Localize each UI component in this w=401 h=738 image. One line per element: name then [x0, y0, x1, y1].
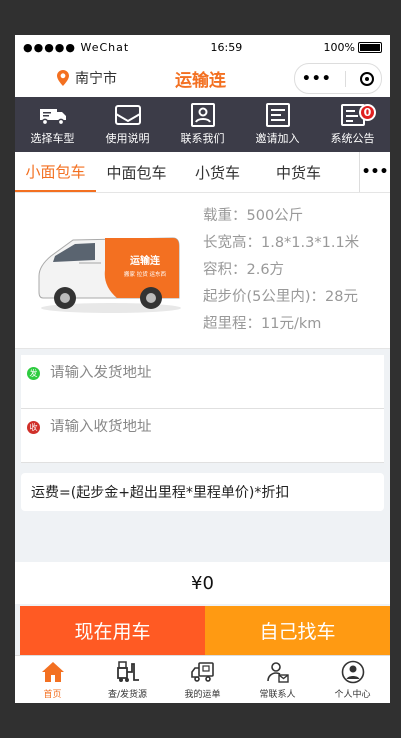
tabbar-label: 个人中心 [334, 689, 371, 700]
app-title: 运输连 [175, 70, 226, 91]
total-price: ¥0 [15, 562, 390, 604]
delivery-badge-icon: 收 [27, 421, 40, 434]
tabbar-profile[interactable]: 个人中心 [315, 656, 390, 703]
tabbar-label: 首页 [43, 689, 62, 700]
spec-dimensions: 长宽高：1.8*1.3*1.1米 [203, 235, 360, 251]
miniprogram-capsule: ••• [294, 63, 382, 94]
forklift-icon [116, 660, 139, 682]
quick-toolbar: 选择车型 使用说明 联系我们 邀请加入 0 系统公告 [15, 97, 390, 152]
battery-level: 100% [323, 40, 355, 54]
delivery-truck-icon [190, 661, 214, 682]
action-buttons: 现在用车 自己找车 [20, 606, 390, 655]
tab-medium-van[interactable]: 中面包车 [96, 152, 177, 192]
vehicle-type-tabs: 小面包车 中面包车 小货车 中货车 ••• [15, 152, 390, 193]
toolbar-label: 选择车型 [30, 132, 75, 145]
toolbar-announcement[interactable]: 0 系统公告 [315, 97, 390, 152]
user-icon [341, 660, 364, 683]
toolbar-label: 邀请加入 [255, 132, 300, 145]
pickup-address-input[interactable] [50, 365, 350, 381]
location-pin-icon [57, 70, 69, 86]
spec-volume: 容积：2.6方 [203, 262, 285, 278]
toolbar-select-vehicle[interactable]: 选择车型 [15, 97, 90, 152]
navigation-bar: 南宁市 运输连 ••• [15, 59, 390, 97]
pickup-badge-icon: 发 [27, 367, 40, 380]
contact-card-icon [190, 103, 215, 127]
spec-load: 载重：500公斤 [203, 208, 304, 224]
close-miniprogram-icon[interactable] [360, 71, 375, 86]
tabbar-frequent-contacts[interactable]: 常联系人 [240, 656, 315, 703]
location-label: 南宁市 [75, 71, 117, 87]
van-slogan-text: 搬家 拉货 运东西 [124, 270, 166, 278]
toolbar-invite[interactable]: 邀请加入 [240, 97, 315, 152]
more-tabs-button[interactable]: ••• [359, 152, 390, 192]
signal-indicator: ●●●●● WeChat [23, 40, 130, 54]
vehicle-info: 运输连 搬家 拉货 运东西 载重：500公斤 长宽高：1.8*1.3*1.1米 … [15, 193, 390, 349]
use-vehicle-now-button[interactable]: 现在用车 [20, 606, 205, 655]
tabbar-label: 我的运单 [184, 689, 221, 700]
pickup-address-row: 发 [21, 355, 384, 409]
spec-extra-mileage: 超里程：11元/km [203, 316, 322, 332]
status-bar: ●●●●● WeChat 16:59 100% [15, 35, 390, 59]
invite-icon [265, 103, 290, 127]
notification-badge: 0 [359, 104, 376, 121]
delivery-address-input[interactable] [50, 419, 350, 435]
tabbar-my-orders[interactable]: 我的运单 [165, 656, 240, 703]
tab-small-truck[interactable]: 小货车 [177, 152, 258, 192]
toolbar-instructions[interactable]: 使用说明 [90, 97, 165, 152]
tab-small-van[interactable]: 小面包车 [15, 152, 96, 192]
home-icon [41, 661, 64, 682]
location-selector[interactable]: 南宁市 [57, 68, 117, 88]
delivery-address-row: 收 [21, 409, 384, 463]
contact-person-icon [266, 661, 289, 683]
bottom-tab-bar: 首页 查/发货源 我的运单 常联系人 个人中心 [15, 655, 390, 703]
envelope-icon [114, 105, 141, 125]
tabbar-label: 查/发货源 [107, 689, 148, 700]
more-options-icon[interactable]: ••• [302, 71, 332, 87]
battery-icon [357, 42, 382, 53]
toolbar-label: 系统公告 [330, 132, 375, 145]
tab-medium-truck[interactable]: 中货车 [258, 152, 339, 192]
tabbar-cargo-source[interactable]: 查/发货源 [90, 656, 165, 703]
vehicle-specs: 载重：500公斤 长宽高：1.8*1.3*1.1米 容积：2.6方 起步价(5公… [203, 203, 359, 338]
capsule-divider [345, 70, 347, 87]
toolbar-contact-us[interactable]: 联系我们 [165, 97, 240, 152]
van-brand-text: 运输连 [130, 254, 161, 267]
phone-screen: ●●●●● WeChat 16:59 100% 南宁市 运输连 ••• 选择车型… [15, 35, 390, 703]
tabbar-label: 常联系人 [259, 689, 296, 700]
tabbar-home[interactable]: 首页 [15, 656, 90, 703]
toolbar-label: 使用说明 [105, 132, 150, 145]
find-vehicle-myself-button[interactable]: 自己找车 [205, 606, 390, 655]
truck-icon [39, 109, 66, 126]
toolbar-label: 联系我们 [180, 132, 225, 145]
fare-formula: 运费=(起步金+超出里程*里程单价)*折扣 [21, 473, 384, 511]
status-time: 16:59 [210, 40, 243, 54]
spec-base-price: 起步价(5公里内)：28元 [203, 289, 358, 305]
van-image: 运输连 搬家 拉货 运东西 [38, 236, 181, 313]
battery-indicator: 100% [324, 41, 382, 54]
